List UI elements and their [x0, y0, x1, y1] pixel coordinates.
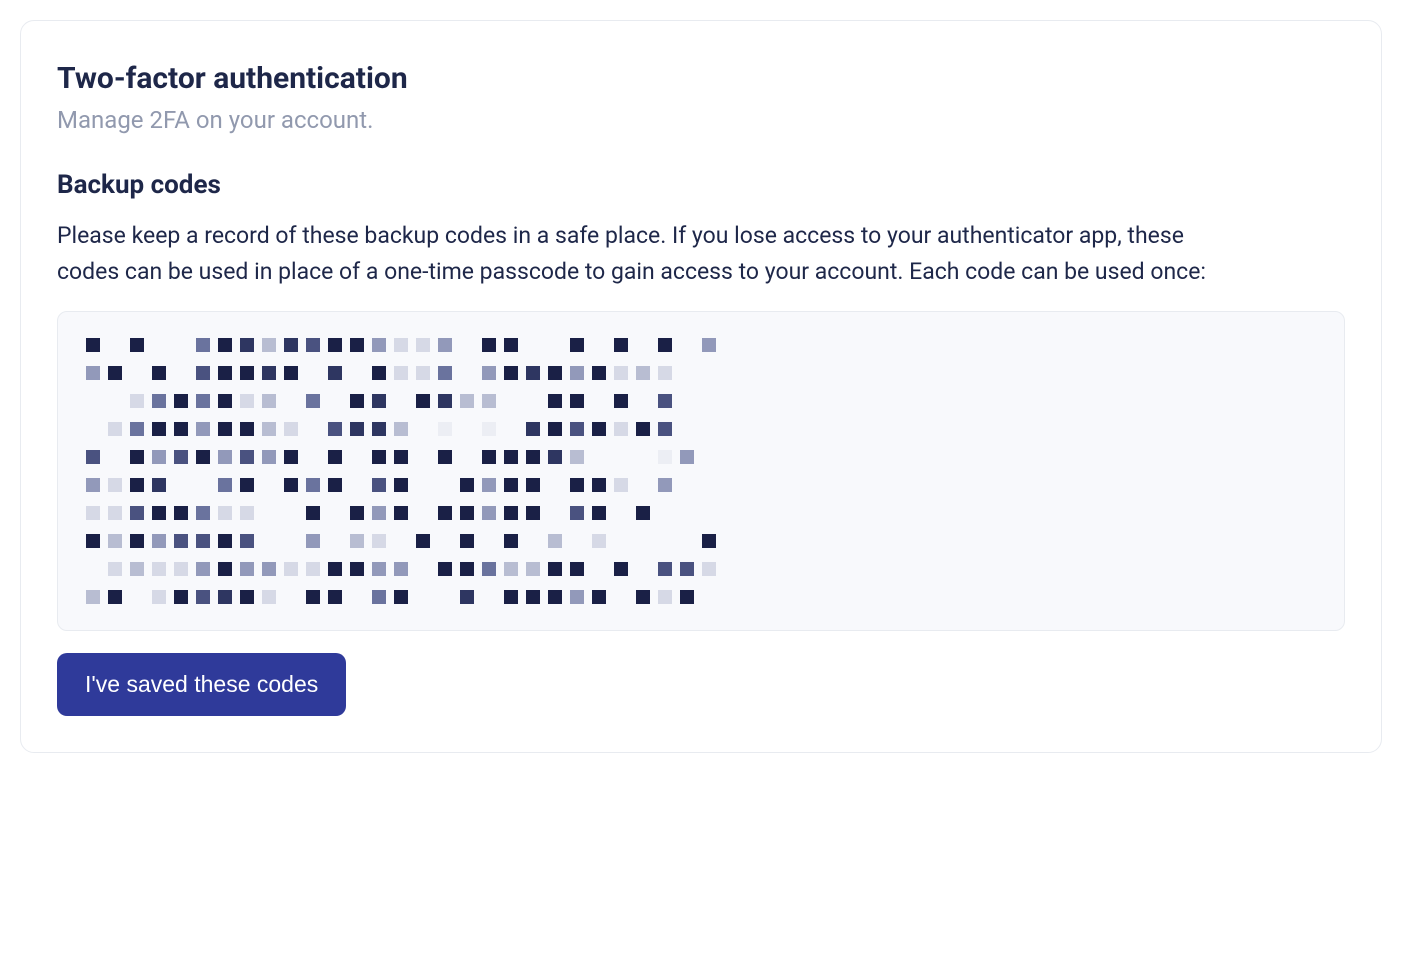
backup-code-row: [86, 534, 1316, 548]
backup-codes-description: Please keep a record of these backup cod…: [57, 218, 1247, 289]
backup-codes-redacted: [86, 338, 1316, 604]
backup-codes-container: [57, 311, 1345, 631]
backup-code-row: [86, 506, 1316, 520]
page-title: Two-factor authentication: [57, 61, 1345, 96]
two-factor-auth-card: Two-factor authentication Manage 2FA on …: [20, 20, 1382, 753]
backup-code-row: [86, 590, 1316, 604]
saved-codes-button[interactable]: I've saved these codes: [57, 653, 346, 716]
backup-code-row: [86, 478, 1316, 492]
backup-code-row: [86, 366, 1316, 380]
page-subtitle: Manage 2FA on your account.: [57, 106, 1345, 134]
backup-code-row: [86, 450, 1316, 464]
backup-code-row: [86, 422, 1316, 436]
backup-code-row: [86, 394, 1316, 408]
backup-code-row: [86, 338, 1316, 352]
backup-codes-heading: Backup codes: [57, 170, 1345, 200]
backup-code-row: [86, 562, 1316, 576]
